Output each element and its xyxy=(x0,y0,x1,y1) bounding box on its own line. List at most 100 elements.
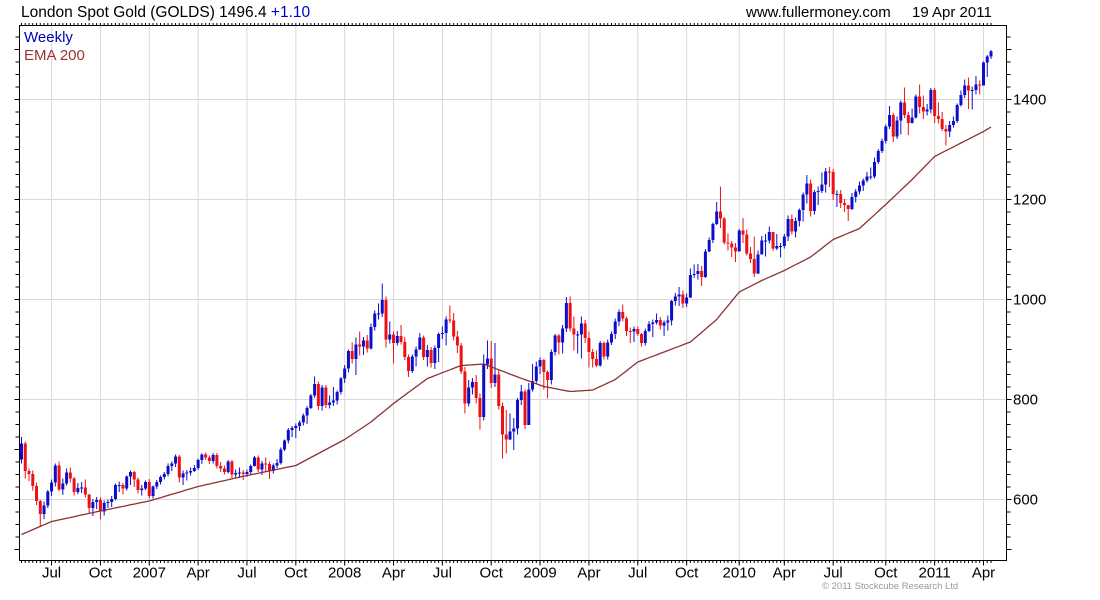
candle-body xyxy=(286,430,290,441)
candle-body xyxy=(290,428,294,430)
candle-body xyxy=(256,457,260,470)
x-axis-label: Apr xyxy=(972,565,995,582)
x-axis-label: Jul xyxy=(824,565,843,582)
candle-body xyxy=(542,360,546,372)
y-axis-label: 1200 xyxy=(1013,192,1046,209)
candle-body xyxy=(140,488,144,490)
candle-body xyxy=(519,391,523,400)
candle-body xyxy=(640,334,644,343)
legend-ema-200: EMA 200 xyxy=(24,47,85,64)
candle-body xyxy=(403,342,407,357)
candle-body xyxy=(685,297,689,304)
y-axis-label: 800 xyxy=(1013,392,1038,409)
candle-body xyxy=(568,303,572,329)
candle-body xyxy=(978,84,982,86)
candle-body xyxy=(437,334,441,348)
candle-body xyxy=(959,95,963,105)
candle-body xyxy=(576,334,580,336)
candle-body xyxy=(989,51,993,57)
candle-body xyxy=(673,296,677,301)
candle-body xyxy=(591,352,595,359)
x-axis-label: 2008 xyxy=(328,565,361,582)
candle-body xyxy=(831,172,835,194)
candle-body xyxy=(83,487,87,495)
candle-body xyxy=(350,351,354,359)
candle-body xyxy=(594,359,598,366)
candle-body xyxy=(598,343,602,366)
candle-body xyxy=(805,183,809,195)
candle-body xyxy=(794,221,798,232)
candle-body xyxy=(226,461,230,472)
candle-body xyxy=(181,473,185,478)
candle-body xyxy=(268,464,272,471)
candle-body xyxy=(760,240,764,255)
candle-body xyxy=(106,502,110,503)
candle-body xyxy=(737,230,741,252)
candle-body xyxy=(790,219,794,232)
candle-body xyxy=(666,320,670,323)
candle-body xyxy=(655,320,659,323)
candle-body xyxy=(177,456,181,478)
candle-body xyxy=(718,211,722,219)
candle-body xyxy=(827,171,831,173)
candle-body xyxy=(196,460,200,468)
candle-body xyxy=(429,350,433,363)
candle-body xyxy=(324,387,328,405)
legend-timeframe: Weekly xyxy=(24,29,73,46)
candle-body xyxy=(95,500,99,502)
candle-body xyxy=(23,443,27,471)
candle-body xyxy=(546,372,550,380)
candle-body xyxy=(749,253,753,259)
candle-body xyxy=(681,294,685,304)
candle-body xyxy=(211,455,215,461)
x-axis-label: Oct xyxy=(675,565,699,582)
candle-body xyxy=(549,352,553,380)
candle-body xyxy=(895,120,899,137)
candle-body xyxy=(159,477,163,482)
candle-body xyxy=(884,126,888,141)
candle-body xyxy=(354,344,358,359)
candle-body xyxy=(643,331,647,343)
x-axis-label: Oct xyxy=(284,565,308,582)
candle-body xyxy=(752,259,756,274)
candle-body xyxy=(410,356,414,371)
candle-body xyxy=(455,336,459,346)
candle-body xyxy=(771,232,775,249)
candle-body xyxy=(861,180,865,186)
x-axis-label: Jul xyxy=(433,565,452,582)
candle-body xyxy=(87,494,91,508)
candle-body xyxy=(452,320,456,337)
candle-body xyxy=(174,456,178,464)
candle-body xyxy=(944,129,948,132)
candle-body xyxy=(516,400,520,429)
candle-body xyxy=(204,454,208,458)
candle-body xyxy=(628,331,632,332)
candle-body xyxy=(504,434,508,440)
candle-body xyxy=(707,240,711,252)
candle-body xyxy=(726,242,730,244)
candle-body xyxy=(110,499,114,502)
candle-body xyxy=(407,357,411,371)
x-axis-label: Jul xyxy=(237,565,256,582)
candle-body xyxy=(463,371,467,404)
candle-body xyxy=(470,382,474,388)
candle-body xyxy=(485,358,489,365)
candle-body xyxy=(888,115,892,127)
candle-body xyxy=(745,234,749,254)
candle-body xyxy=(955,105,959,121)
candle-body xyxy=(425,350,429,357)
candle-body xyxy=(966,85,970,91)
candle-body xyxy=(241,472,245,474)
candle-body xyxy=(534,366,538,381)
candle-body xyxy=(121,485,125,489)
candle-body xyxy=(891,115,895,137)
candle-body xyxy=(918,96,922,107)
candle-body xyxy=(940,119,944,129)
candle-body xyxy=(316,384,320,406)
candle-body xyxy=(42,505,46,514)
candle-body xyxy=(715,211,719,224)
candle-body xyxy=(35,486,39,501)
candle-body xyxy=(162,474,166,477)
candle-body xyxy=(561,328,565,343)
candle-body xyxy=(613,321,617,334)
